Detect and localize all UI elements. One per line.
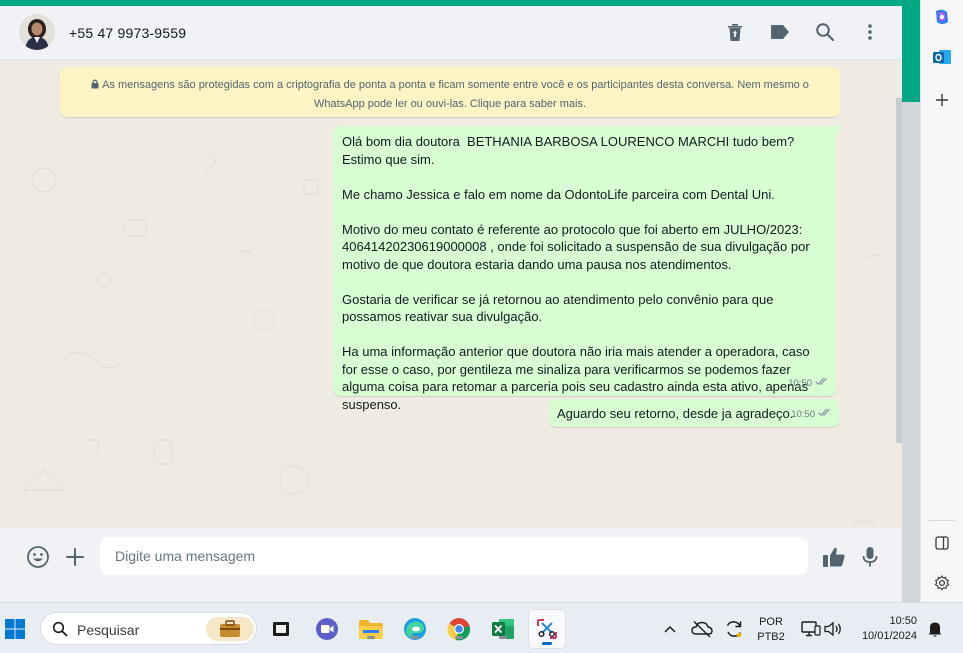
excel-icon[interactable] bbox=[490, 616, 516, 642]
message-time: 10:50 bbox=[788, 377, 812, 389]
snipping-tool-icon[interactable] bbox=[529, 610, 565, 648]
clock[interactable]: 10:50 10/01/2024 bbox=[853, 614, 917, 644]
window-bottom-area bbox=[0, 585, 902, 602]
label-tag-icon[interactable] bbox=[768, 20, 792, 44]
add-plus-icon[interactable] bbox=[931, 89, 953, 111]
running-indicator bbox=[367, 636, 375, 639]
search-icon[interactable] bbox=[813, 20, 837, 44]
outgoing-message[interactable]: Olá bom dia doutora BETHANIA BARBOSA LOU… bbox=[333, 126, 843, 412]
copilot-icon[interactable] bbox=[931, 6, 953, 28]
chat-header: +55 47 9973-9559 bbox=[0, 6, 902, 60]
contact-name[interactable]: +55 47 9973-9559 bbox=[69, 25, 186, 41]
emoji-icon[interactable] bbox=[25, 544, 51, 570]
language-code: POR bbox=[759, 616, 783, 628]
whatsapp-window: +55 47 9973-9559 As mensagens são proteg… bbox=[0, 0, 902, 602]
briefcase-icon bbox=[206, 617, 254, 646]
message-meta: 10:50 bbox=[791, 406, 832, 424]
message-composer bbox=[0, 528, 902, 585]
double-check-icon bbox=[818, 406, 832, 424]
outlook-icon[interactable] bbox=[931, 46, 953, 68]
double-check-icon bbox=[815, 375, 829, 393]
encryption-notice[interactable]: As mensagens são protegidas com a cripto… bbox=[60, 67, 840, 117]
task-view-icon[interactable] bbox=[268, 616, 294, 642]
message-time: 10:50 bbox=[791, 408, 815, 420]
menu-kebab-icon[interactable] bbox=[858, 20, 882, 44]
clock-time: 10:50 bbox=[889, 615, 917, 627]
settings-gear-icon[interactable] bbox=[931, 572, 953, 594]
chat-messages-area[interactable]: As mensagens são protegidas com a cripto… bbox=[4, 60, 898, 528]
edge-browser-icon[interactable] bbox=[402, 616, 428, 642]
microphone-icon[interactable] bbox=[857, 544, 883, 570]
window-side-area bbox=[902, 102, 920, 602]
cloud-offline-icon[interactable] bbox=[689, 616, 715, 642]
accent-bar bbox=[902, 0, 920, 102]
running-indicator bbox=[499, 636, 507, 639]
thumbs-up-icon[interactable] bbox=[821, 544, 847, 570]
message-text: Olá bom dia doutora BETHANIA BARBOSA LOU… bbox=[342, 134, 810, 412]
teams-meet-icon[interactable] bbox=[314, 616, 340, 642]
windows-start-icon[interactable] bbox=[2, 616, 28, 642]
lock-icon bbox=[91, 77, 99, 95]
side-panel-divider bbox=[929, 520, 955, 521]
browser-side-panel bbox=[920, 0, 963, 602]
encryption-notice-line1: As mensagens são protegidas com a cripto… bbox=[102, 79, 809, 91]
clock-date: 10/01/2024 bbox=[861, 630, 917, 642]
taskbar-search[interactable]: Pesquisar bbox=[40, 612, 257, 645]
sidebar-toggle-icon[interactable] bbox=[931, 532, 953, 554]
file-explorer-icon[interactable] bbox=[358, 616, 384, 642]
keyboard-layout: PTB2 bbox=[757, 631, 785, 643]
message-text: Aguardo seu retorno, desde ja agradeço. bbox=[557, 406, 794, 421]
language-indicator[interactable]: POR PTB2 bbox=[753, 615, 789, 645]
attach-plus-icon[interactable] bbox=[62, 544, 88, 570]
volume-speaker-icon[interactable] bbox=[820, 616, 846, 642]
search-icon bbox=[52, 621, 68, 642]
notification-bell-icon[interactable] bbox=[922, 616, 948, 642]
message-meta: 10:50 bbox=[788, 375, 829, 393]
chrome-browser-icon[interactable] bbox=[446, 616, 472, 642]
chat-scrollbar[interactable] bbox=[896, 98, 902, 443]
chevron-up-icon[interactable] bbox=[657, 616, 683, 642]
running-indicator bbox=[542, 642, 552, 645]
running-indicator bbox=[455, 636, 463, 639]
encryption-notice-line2: WhatsApp pode ler ou ouvi-las. Clique pa… bbox=[313, 98, 587, 110]
search-label: Pesquisar bbox=[77, 622, 140, 638]
windows-taskbar: Pesquisar POR PTB2 10:50 10/01/2024 bbox=[0, 602, 963, 653]
bubble-tail bbox=[835, 126, 843, 138]
delete-icon[interactable] bbox=[723, 20, 747, 44]
running-indicator bbox=[411, 636, 419, 639]
contact-avatar[interactable] bbox=[19, 14, 55, 50]
message-input[interactable] bbox=[100, 537, 808, 575]
outgoing-message[interactable]: Aguardo seu retorno, desde ja agradeço. … bbox=[549, 399, 839, 427]
sync-refresh-icon[interactable] bbox=[721, 616, 747, 642]
